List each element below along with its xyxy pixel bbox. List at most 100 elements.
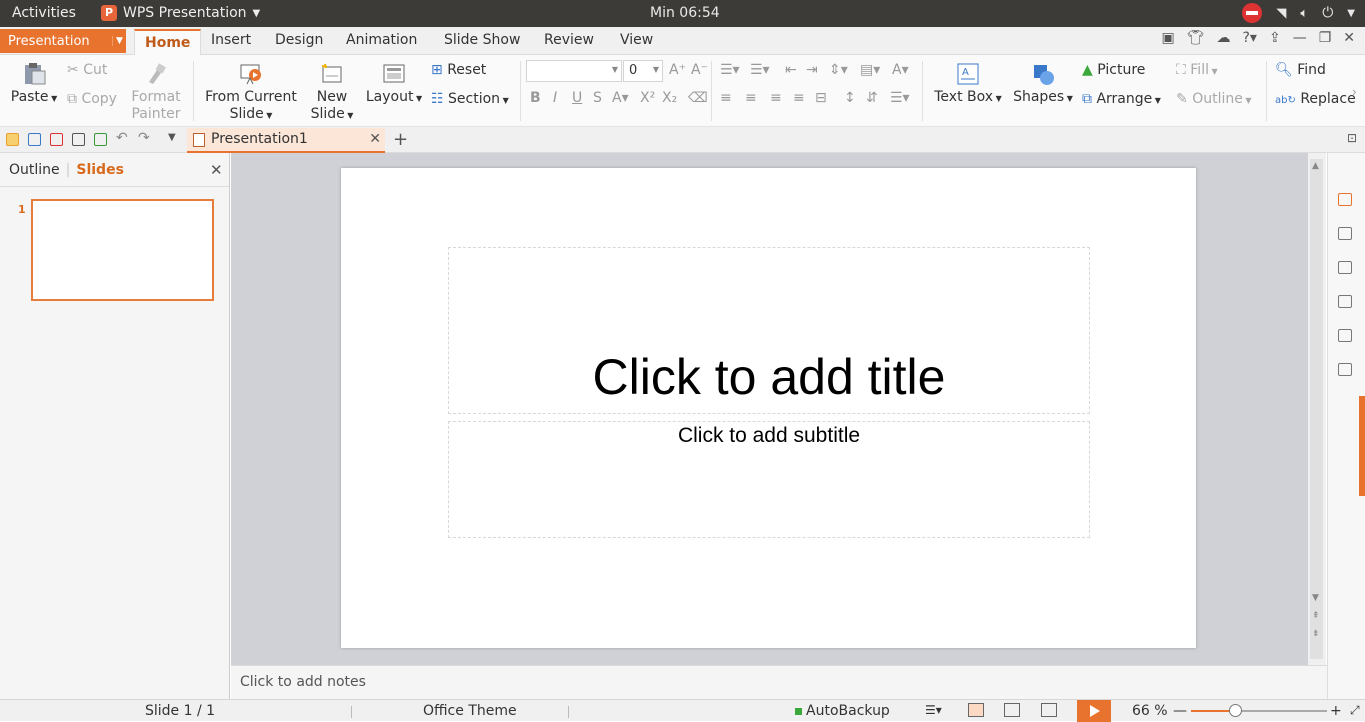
- tab-review[interactable]: Review: [544, 32, 594, 48]
- subtitle-placeholder[interactable]: Click to add subtitle: [448, 421, 1090, 538]
- custom-animation-icon[interactable]: [1338, 227, 1352, 240]
- distribute-icon[interactable]: ⊟: [815, 90, 827, 106]
- tab-slide-show[interactable]: Slide Show: [444, 32, 520, 48]
- align-right-icon[interactable]: ≡: [770, 90, 782, 106]
- slide-sorter-view-icon[interactable]: [1004, 703, 1020, 717]
- chevron-down-icon[interactable]: ▼: [1347, 8, 1355, 19]
- presentation-menu-button[interactable]: Presentation ▼: [0, 29, 126, 53]
- columns-icon[interactable]: ▤▾: [860, 62, 880, 78]
- slide-transition-icon[interactable]: [1338, 261, 1352, 274]
- zoom-slider-handle[interactable]: [1228, 704, 1242, 717]
- scroll-up-icon[interactable]: ▲: [1312, 161, 1319, 171]
- toolbar-menu-icon[interactable]: ⊡: [1347, 131, 1357, 145]
- from-current-slide-button[interactable]: From Current Slide ▼: [202, 62, 300, 124]
- section-button[interactable]: ☷ Section ▼: [431, 91, 509, 107]
- zoom-slider[interactable]: [1191, 704, 1327, 717]
- line-spacing-icon[interactable]: ↕: [844, 90, 856, 106]
- shapes-button[interactable]: Shapes ▼: [1012, 62, 1074, 107]
- notes-area[interactable]: Click to add notes: [231, 665, 1327, 699]
- text-fit-icon[interactable]: A▾: [892, 62, 909, 78]
- skin-icon[interactable]: ▣: [1161, 30, 1174, 46]
- title-placeholder[interactable]: Click to add title: [448, 247, 1090, 414]
- tab-design[interactable]: Design: [275, 32, 323, 48]
- zoom-level[interactable]: 66 %: [1132, 703, 1168, 719]
- scrollbar-thumb[interactable]: [1310, 159, 1323, 659]
- paste-button[interactable]: Paste ▼: [9, 62, 59, 107]
- arrange-button[interactable]: ⧉ Arrange ▼: [1082, 91, 1161, 107]
- text-direction-icon[interactable]: ⇕▾: [829, 62, 848, 78]
- zoom-out-icon[interactable]: —: [1173, 703, 1187, 719]
- share-icon[interactable]: ⇪: [1269, 30, 1281, 46]
- object-properties-icon[interactable]: [1338, 295, 1352, 308]
- decrease-font-icon[interactable]: A⁻: [691, 62, 708, 78]
- format-painter-button[interactable]: Format Painter: [128, 62, 184, 123]
- vertical-scrollbar[interactable]: ▲ ▼ ⇞ ⇟: [1308, 153, 1326, 665]
- slide-thumbnail[interactable]: [31, 199, 214, 301]
- volume-icon[interactable]: 🔈︎: [1300, 6, 1308, 21]
- export-pdf-icon[interactable]: [50, 133, 63, 146]
- document-tab[interactable]: Presentation1 ✕: [187, 128, 385, 153]
- slide[interactable]: Click to add title Click to add subtitle: [341, 168, 1196, 648]
- play-slideshow-button[interactable]: [1077, 700, 1111, 722]
- font-name-select[interactable]: ▼: [526, 60, 622, 82]
- font-size-select[interactable]: 0 ▼: [623, 60, 663, 82]
- tab-outline[interactable]: Outline: [9, 162, 60, 178]
- power-icon[interactable]: ⏻: [1322, 5, 1333, 21]
- task-pane-collapse-handle[interactable]: [1359, 396, 1365, 496]
- fill-button[interactable]: ⛶ Fill ▼: [1176, 62, 1218, 78]
- app-menu[interactable]: P WPS Presentation ▼: [101, 5, 260, 21]
- increase-indent-icon[interactable]: ⇥: [806, 62, 818, 78]
- new-tab-icon[interactable]: +: [393, 129, 408, 150]
- strikethrough-icon[interactable]: S: [593, 90, 602, 106]
- increase-font-icon[interactable]: A⁺: [669, 62, 686, 78]
- selection-pane-icon[interactable]: [1338, 329, 1352, 342]
- tab-view[interactable]: View: [620, 32, 653, 48]
- feedback-icon[interactable]: ☁: [1217, 30, 1231, 46]
- print-icon[interactable]: [72, 133, 85, 146]
- theme-name[interactable]: Office Theme: [423, 703, 517, 719]
- decrease-indent-icon[interactable]: ⇤: [785, 62, 797, 78]
- replace-button[interactable]: ab↻ Replace: [1275, 91, 1356, 107]
- shirt-icon[interactable]: 👕︎: [1187, 30, 1205, 46]
- autobackup-button[interactable]: AutoBackup: [806, 703, 890, 719]
- justify-icon[interactable]: ≡: [793, 90, 805, 106]
- paragraph-spacing-icon[interactable]: ⇵: [866, 90, 878, 106]
- bullets-icon[interactable]: ☰▾: [720, 62, 740, 78]
- new-slide-button[interactable]: New Slide ▼: [309, 62, 355, 124]
- align-text-icon[interactable]: ☰▾: [890, 90, 910, 106]
- open-folder-icon[interactable]: [6, 133, 19, 146]
- zoom-in-icon[interactable]: +: [1330, 703, 1342, 719]
- outline-button[interactable]: ✎ Outline ▼: [1176, 91, 1252, 107]
- align-center-icon[interactable]: ≡: [745, 90, 757, 106]
- clock[interactable]: Min 06:54: [650, 5, 720, 21]
- text-box-button[interactable]: A Text Box ▼: [931, 62, 1005, 107]
- redo-icon[interactable]: ↷: [138, 130, 150, 146]
- print-preview-icon[interactable]: [94, 133, 107, 146]
- ribbon-scroll-right-icon[interactable]: ›: [1352, 85, 1357, 99]
- close-tab-icon[interactable]: ✕: [369, 131, 381, 147]
- tab-slides[interactable]: Slides: [76, 162, 124, 178]
- customize-toolbar-icon[interactable]: ▼: [168, 132, 176, 143]
- fit-window-icon[interactable]: ⤢: [1350, 703, 1360, 718]
- next-slide-icon[interactable]: ⇟: [1312, 629, 1320, 639]
- picture-button[interactable]: ▲ Picture: [1082, 62, 1145, 78]
- numbering-icon[interactable]: ☰▾: [750, 62, 770, 78]
- find-button[interactable]: 🔍︎ Find: [1275, 62, 1326, 78]
- underline-icon[interactable]: U: [572, 90, 582, 106]
- save-icon[interactable]: [28, 133, 41, 146]
- wifi-icon[interactable]: ◥: [1276, 6, 1286, 21]
- bold-icon[interactable]: B: [530, 90, 541, 106]
- font-color-icon[interactable]: A▾: [612, 90, 629, 106]
- minimize-icon[interactable]: —: [1293, 30, 1307, 46]
- previous-slide-icon[interactable]: ⇞: [1312, 611, 1320, 621]
- cut-button[interactable]: ✂ Cut: [67, 62, 107, 78]
- tab-animation[interactable]: Animation: [346, 32, 417, 48]
- subscript-icon[interactable]: X₂: [662, 90, 677, 106]
- new-document-icon[interactable]: [1338, 193, 1352, 206]
- copy-button[interactable]: ⧉ Copy: [67, 91, 117, 107]
- restore-icon[interactable]: ❐: [1319, 30, 1332, 46]
- notes-toggle-icon[interactable]: ☰▾: [925, 703, 942, 717]
- align-left-icon[interactable]: ≡: [720, 90, 732, 106]
- do-not-disturb-icon[interactable]: [1242, 3, 1263, 23]
- tab-insert[interactable]: Insert: [211, 32, 251, 48]
